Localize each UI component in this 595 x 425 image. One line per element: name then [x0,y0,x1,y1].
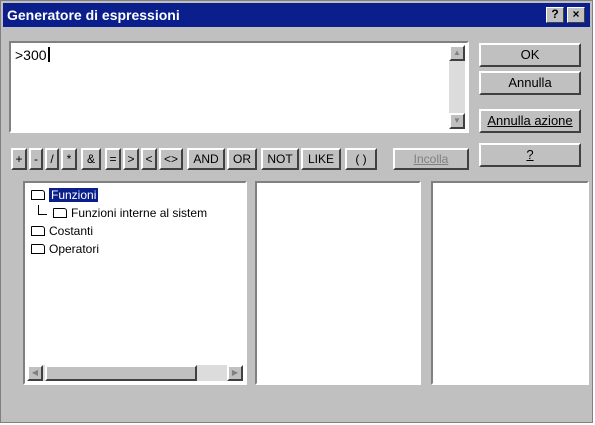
ok-button[interactable]: OK [479,43,581,67]
annulla-azione-button[interactable]: Annulla azione [479,109,581,133]
folder-icon [31,244,45,254]
operator-button[interactable]: * [61,148,77,170]
operator-button[interactable]: = [105,148,121,170]
tree-connector-line [38,205,47,215]
dialog-title: Generatore di espressioni [7,7,180,23]
categories-list[interactable] [255,181,421,385]
elements-list[interactable] [431,181,589,385]
close-button[interactable]: × [567,7,585,23]
tree-horizontal-scrollbar[interactable]: ◀ ▶ [27,365,243,381]
operator-button[interactable]: > [123,148,139,170]
incolla-button[interactable]: Incolla [393,148,469,170]
operator-button[interactable]: / [45,148,59,170]
folder-icon [31,226,45,236]
annulla-button[interactable]: Annulla [479,71,581,95]
tree-item-funzioni[interactable]: Funzioni [31,187,99,204]
scroll-down-button[interactable]: ▼ [449,113,465,129]
operator-button[interactable]: LIKE [301,148,341,170]
open-folder-icon [31,190,45,200]
tree-item-costanti[interactable]: Costanti [31,223,93,240]
operator-button[interactable]: AND [187,148,225,170]
tree-item-funzioni-interne[interactable]: Funzioni interne al sistem [53,205,207,222]
help-title-button[interactable]: ? [546,7,564,23]
expression-text: >300 [15,47,50,63]
tree-item-operatori[interactable]: Operatori [31,241,99,258]
operator-button[interactable]: - [29,148,43,170]
folder-icon [53,208,67,218]
expression-textarea[interactable]: >300 ▲ ▼ [9,41,469,133]
help-button[interactable]: ? [479,143,581,167]
operator-button[interactable]: <> [159,148,183,170]
operator-button[interactable]: & [81,148,101,170]
scroll-right-button[interactable]: ▶ [227,365,243,381]
operator-button[interactable]: + [11,148,27,170]
expression-builder-dialog: Generatore di espressioni ? × >300 ▲ ▼ O… [0,0,593,423]
scroll-thumb[interactable] [45,365,197,381]
scroll-up-button[interactable]: ▲ [449,45,465,61]
operator-button[interactable]: < [141,148,157,170]
text-caret [47,47,50,62]
function-tree-list[interactable]: Funzioni Funzioni interne al sistem Cost… [23,181,247,385]
scroll-left-button[interactable]: ◀ [27,365,43,381]
expression-vertical-scrollbar[interactable]: ▲ ▼ [449,45,465,129]
title-bar: Generatore di espressioni ? × [3,3,590,27]
operator-button[interactable]: ( ) [345,148,377,170]
operator-button[interactable]: OR [227,148,257,170]
operator-button[interactable]: NOT [261,148,299,170]
